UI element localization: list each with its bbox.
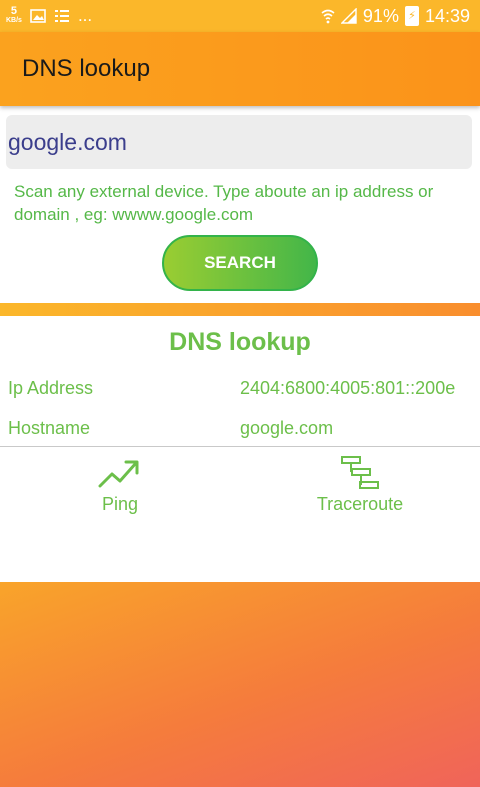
result-divider: [0, 446, 480, 447]
result-row-hostname: Hostname google.com: [0, 418, 480, 448]
status-left: 5 KB/s ...: [6, 6, 92, 26]
status-right: 91% ⚡ 14:39: [321, 6, 470, 27]
result-row-ip: Ip Address 2404:6800:4005:801::200e: [0, 378, 480, 408]
ip-address-label: Ip Address: [8, 378, 94, 398]
search-button[interactable]: SEARCH: [162, 235, 318, 291]
divider-band: [0, 303, 480, 316]
status-bar: 5 KB/s ... 91% ⚡ 14:39: [0, 0, 480, 32]
net-speed-value: 5: [10, 5, 18, 17]
status-time: 14:39: [424, 5, 470, 26]
signal-icon: [340, 8, 357, 24]
ip-address-value: 2404:6800:4005:801::200e: [240, 378, 456, 398]
battery-charging-icon: ⚡: [404, 6, 419, 26]
traceroute-label: Traceroute: [316, 494, 404, 514]
wifi-icon: [321, 9, 335, 24]
hostname-value: google.com: [240, 418, 334, 438]
hostname-label: Hostname: [8, 418, 91, 438]
bottom-gradient-area: [0, 582, 480, 787]
ping-label: Ping: [101, 494, 139, 514]
result-title: DNS lookup: [169, 328, 311, 356]
traceroute-button[interactable]: Traceroute: [290, 454, 430, 515]
list-notification-icon: [54, 10, 69, 22]
app-title: DNS lookup: [22, 55, 151, 82]
trending-up-icon: [98, 460, 139, 488]
battery-percentage: 91%: [362, 5, 399, 26]
hierarchy-icon: [341, 456, 379, 489]
net-speed-indicator: 5 KB/s: [6, 5, 22, 25]
image-notification-icon: [30, 9, 46, 23]
net-speed-unit: KB/s: [6, 17, 22, 24]
app-bar: DNS lookup: [0, 32, 480, 106]
ping-button[interactable]: Ping: [50, 454, 190, 515]
help-text: Scan any external device. Type aboute an…: [14, 182, 434, 224]
result-card: DNS lookup Ip Address 2404:6800:4005:801…: [0, 316, 480, 582]
overflow-notification-indicator: ...: [77, 6, 93, 25]
domain-input[interactable]: [6, 115, 472, 169]
